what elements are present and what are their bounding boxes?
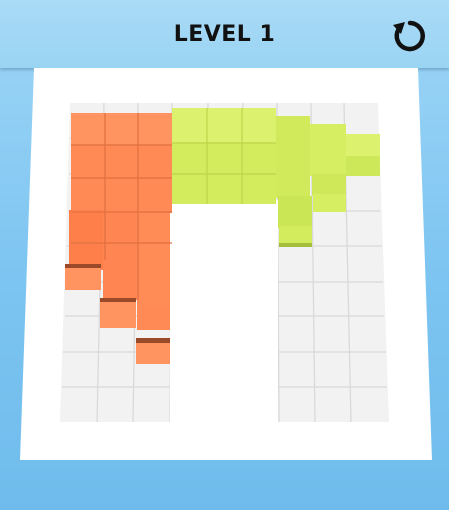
game-board	[60, 102, 389, 423]
empty-cutout	[170, 200, 278, 422]
